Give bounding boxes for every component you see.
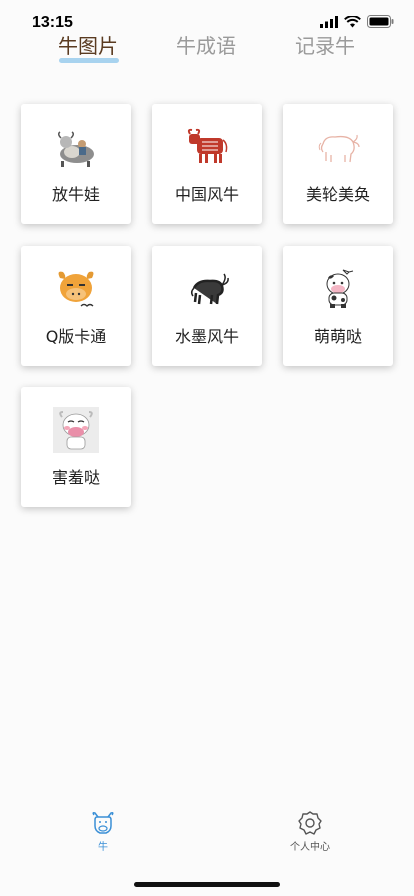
tab-cow-pictures[interactable]: 牛图片 xyxy=(43,30,133,59)
bottom-nav: 牛 个人中心 xyxy=(0,810,414,870)
cute-cow-icon xyxy=(326,269,354,308)
category-card-shy[interactable]: 害羞哒 xyxy=(21,387,131,507)
category-card-cute[interactable]: 萌萌哒 xyxy=(283,246,393,366)
settings-gear-icon xyxy=(298,811,322,835)
category-card-herding-boy[interactable]: 放牛娃 xyxy=(21,104,131,224)
ink-wash-ox-icon xyxy=(190,273,229,305)
sketch-ox-icon xyxy=(318,134,360,163)
category-label: 放牛娃 xyxy=(51,185,100,204)
category-label: 中国风牛 xyxy=(174,185,239,204)
cow-head-icon xyxy=(92,812,114,834)
active-tab-indicator xyxy=(59,58,119,63)
nav-item-profile[interactable]: 个人中心 xyxy=(270,810,350,853)
battery-icon xyxy=(367,15,394,28)
signal-icon xyxy=(320,15,338,28)
nav-label: 牛 xyxy=(98,842,108,853)
category-card-beautiful[interactable]: 美轮美奂 xyxy=(283,104,393,224)
category-card-chinese-style[interactable]: 中国风牛 xyxy=(152,104,262,224)
tab-cow-records[interactable]: 记录牛 xyxy=(280,30,370,59)
category-label: 美轮美奂 xyxy=(305,185,370,204)
wifi-icon xyxy=(344,15,361,27)
cow-herding-boy-icon xyxy=(57,131,94,167)
nav-item-cow[interactable]: 牛 xyxy=(63,810,143,853)
nav-label: 个人中心 xyxy=(290,842,330,853)
status-icons xyxy=(320,15,394,28)
tab-cow-idioms[interactable]: 牛成语 xyxy=(161,30,251,59)
home-indicator xyxy=(134,882,280,887)
category-label: Q版卡通 xyxy=(45,327,107,346)
shy-cow-icon xyxy=(53,407,99,453)
category-card-q-cartoon[interactable]: Q版卡通 xyxy=(21,246,131,366)
category-label: 害羞哒 xyxy=(51,468,100,487)
category-label: 萌萌哒 xyxy=(313,327,362,346)
cartoon-ox-face-icon xyxy=(58,271,94,307)
chinese-paper-cut-ox-icon xyxy=(187,128,228,163)
top-tab-bar: 牛图片 牛成语 记录牛 xyxy=(0,30,414,70)
category-card-ink-wash[interactable]: 水墨风牛 xyxy=(152,246,262,366)
category-label: 水墨风牛 xyxy=(174,327,239,346)
